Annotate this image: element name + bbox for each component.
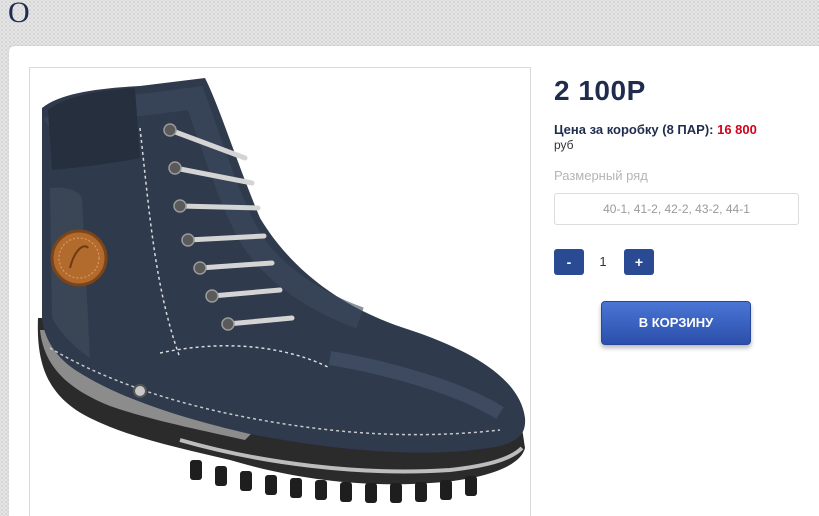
quantity-increase-button[interactable]: + [624, 249, 654, 275]
size-range-field[interactable]: 40-1, 41-2, 42-2, 43-2, 44-1 [554, 193, 799, 225]
product-price: 2 100Р [554, 75, 646, 106]
box-price: Цена за коробку (8 ПАР): 16 800 [554, 122, 757, 137]
quantity-value[interactable]: 1 [588, 249, 618, 275]
box-price-label: Цена за коробку (8 ПАР): [554, 122, 714, 137]
product-image[interactable] [29, 67, 531, 516]
site-logo-letter: O [8, 0, 30, 29]
quantity-decrease-button[interactable]: - [554, 249, 584, 275]
size-range-label: Размерный ряд [554, 168, 648, 183]
box-price-unit: руб [554, 138, 574, 152]
add-to-cart-button[interactable]: В КОРЗИНУ [601, 301, 751, 345]
boot-illustration [37, 78, 526, 503]
box-price-value: 16 800 [717, 122, 757, 137]
